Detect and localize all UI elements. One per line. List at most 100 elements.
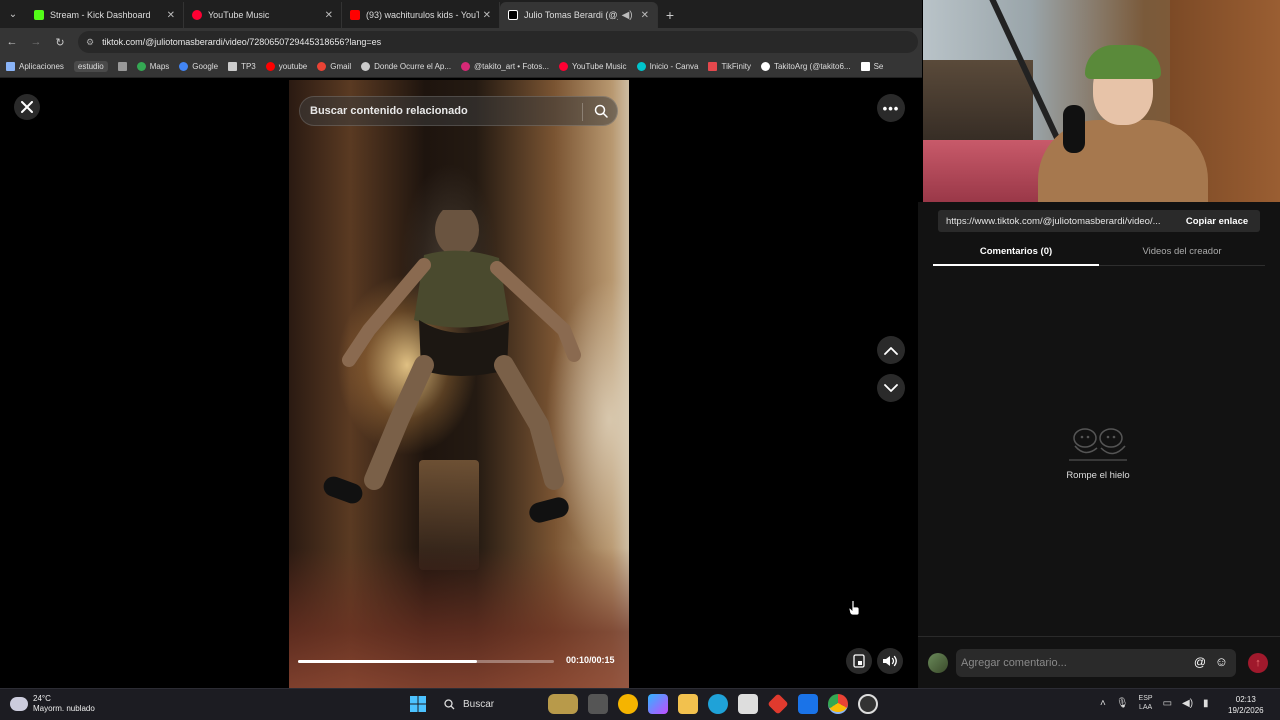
url-input[interactable]: ⚙ tiktok.com/@juliotomasberardi/video/72…: [78, 31, 918, 53]
tab-tiktok[interactable]: Julio Tomas Berardi (@julic ◀) ✕: [500, 2, 658, 28]
start-button[interactable]: [408, 694, 428, 714]
tab-youtube[interactable]: (93) wachiturulos kids - YouTube ✕: [342, 2, 500, 28]
tiktok-icon: [508, 10, 518, 20]
widgets-icon[interactable]: [548, 694, 578, 714]
bookmark-label: YouTube Music: [572, 62, 627, 71]
chevron-down-icon: [884, 383, 898, 392]
bookmark-label: estudio: [77, 62, 104, 71]
search-icon[interactable]: [594, 104, 608, 118]
windows-icon: [410, 696, 426, 712]
battery-icon[interactable]: ▮: [1203, 698, 1209, 709]
taskbar-search[interactable]: Buscar: [438, 693, 538, 715]
comment-bar: Agregar comentario... @ ☺ ↑: [918, 636, 1280, 688]
grid-icon: [117, 62, 127, 71]
bookmark-tp3[interactable]: TP3: [228, 62, 256, 71]
ice-breaker-illustration-icon: [1069, 428, 1127, 461]
volume-icon: [883, 655, 897, 667]
bookmark-grid[interactable]: [117, 62, 127, 71]
related-search-input[interactable]: Buscar contenido relacionado: [299, 96, 618, 126]
globe-icon: [361, 62, 371, 71]
tab-creator-videos[interactable]: Videos del creador: [1099, 242, 1265, 265]
bookmark-estudio[interactable]: estudio: [73, 61, 108, 72]
site-info-icon[interactable]: ⚙: [86, 37, 94, 48]
bookmark-apps[interactable]: Aplicaciones: [6, 62, 64, 71]
tikfinity-icon: [708, 62, 718, 71]
floating-player-button[interactable]: [846, 648, 872, 674]
tab-comments[interactable]: Comentarios (0): [933, 242, 1099, 266]
copy-link-button[interactable]: Copiar enlace: [1174, 216, 1260, 227]
microphone-icon[interactable]: 🎙: [1116, 698, 1129, 709]
bookmark-label: TP3: [241, 62, 256, 71]
close-tab-icon[interactable]: ✕: [167, 10, 175, 21]
chevron-up-icon[interactable]: ˄: [1100, 698, 1106, 709]
language-indicator[interactable]: ESP LAA: [1139, 694, 1153, 712]
previous-video-button[interactable]: [877, 336, 905, 364]
emoji-icon[interactable]: ☺: [1215, 654, 1228, 669]
reload-icon[interactable]: ↻: [48, 36, 72, 49]
outlook-icon[interactable]: [798, 694, 818, 714]
bookmark-youtube-music[interactable]: YouTube Music: [559, 62, 627, 71]
file-explorer-icon[interactable]: [678, 694, 698, 714]
obs-icon[interactable]: [858, 694, 878, 714]
bookmark-gmail[interactable]: Gmail: [317, 62, 351, 71]
bookmark-label: Maps: [149, 62, 170, 71]
new-tab-icon[interactable]: +: [658, 2, 682, 28]
language-code: ESP: [1138, 695, 1153, 702]
tab-search-icon[interactable]: ⌄: [0, 0, 26, 28]
speaker-icon[interactable]: ◀): [1182, 698, 1193, 709]
hand-cursor-icon: [848, 600, 860, 616]
arrow-up-icon: ↑: [1255, 657, 1261, 669]
tab-title: Julio Tomas Berardi (@julic: [524, 10, 618, 20]
youtube-music-icon: [559, 62, 568, 71]
video-person-silhouette: [342, 210, 581, 490]
send-comment-button[interactable]: ↑: [1248, 653, 1268, 673]
store-icon[interactable]: [738, 694, 758, 714]
network-icon[interactable]: ▭: [1163, 698, 1172, 709]
tab-title: YouTube Music: [208, 10, 270, 20]
edge-icon[interactable]: [708, 694, 728, 714]
bookmark-instagram[interactable]: @takito_art • Fotos...: [461, 62, 549, 71]
bookmark-takitoarg[interactable]: TakitoArg (@takito6...: [760, 62, 851, 71]
video-progress-bar[interactable]: [298, 660, 554, 663]
volume-button[interactable]: [877, 648, 903, 674]
clock[interactable]: 02:13 19/2/2026: [1228, 694, 1264, 716]
maps-icon: [136, 62, 146, 71]
tab-youtube-music[interactable]: YouTube Music ✕: [184, 2, 342, 28]
close-tab-icon[interactable]: ✕: [483, 10, 491, 21]
gmail-icon: [317, 62, 327, 71]
bookmark-overflow[interactable]: Se: [860, 62, 883, 71]
taskbar-apps: Buscar: [408, 693, 878, 715]
youtube-music-icon: [192, 10, 202, 20]
video-stage: Buscar contenido relacionado ••• 00:10/0…: [0, 80, 918, 688]
bookmark-maps[interactable]: Maps: [136, 62, 170, 71]
bookmark-label: @takito_art • Fotos...: [474, 62, 549, 71]
search-divider: [582, 103, 583, 121]
bookmark-canva[interactable]: Inicio - Canva: [636, 62, 698, 71]
app-red-diamond-icon[interactable]: [767, 693, 789, 715]
mention-icon[interactable]: @: [1194, 655, 1206, 669]
bookmark-youtube[interactable]: youtube: [265, 62, 307, 71]
video-player[interactable]: [289, 80, 629, 688]
bookmark-google[interactable]: Google: [179, 62, 218, 71]
cloud-icon: [10, 697, 28, 711]
weather-widget[interactable]: 24°C Mayorm. nublado: [10, 694, 95, 714]
weather-temperature: 24°C: [33, 694, 51, 703]
bookmark-donde-ocurre[interactable]: Donde Ocurre el Ap...: [361, 62, 451, 71]
share-link-text[interactable]: https://www.tiktok.com/@juliotomasberard…: [938, 216, 1174, 227]
close-button[interactable]: [14, 94, 40, 120]
comments-panel: https://www.tiktok.com/@juliotomasberard…: [918, 202, 1280, 688]
audio-icon[interactable]: ◀): [622, 10, 633, 21]
chrome-canary-icon[interactable]: [618, 694, 638, 714]
more-options-button[interactable]: •••: [877, 94, 905, 122]
close-tab-icon[interactable]: ✕: [325, 10, 333, 21]
task-view-icon[interactable]: [588, 694, 608, 714]
close-tab-icon[interactable]: ✕: [641, 10, 649, 21]
comment-input[interactable]: Agregar comentario... @ ☺: [956, 649, 1236, 677]
next-video-button[interactable]: [877, 374, 905, 402]
chrome-icon[interactable]: [828, 694, 848, 714]
bookmark-tikfinity[interactable]: TikFinity: [708, 62, 751, 71]
forward-icon[interactable]: →: [24, 36, 48, 48]
back-icon[interactable]: ←: [0, 36, 24, 48]
copilot-icon[interactable]: [648, 694, 668, 714]
tab-kick[interactable]: Stream - Kick Dashboard ✕: [26, 2, 184, 28]
